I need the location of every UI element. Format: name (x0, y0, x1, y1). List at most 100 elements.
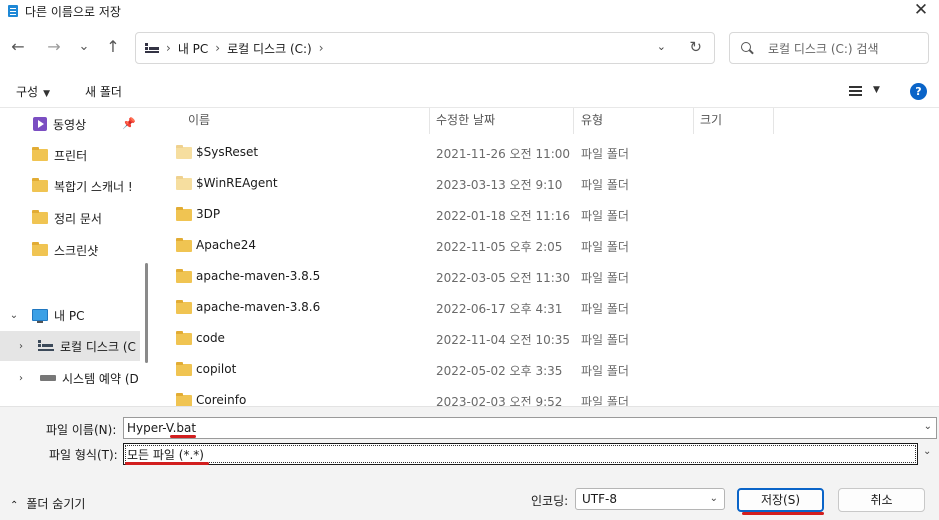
column-header-size[interactable]: 크기 (700, 108, 722, 134)
new-folder-button[interactable]: 새 폴더 (85, 83, 122, 100)
file-list: ⌃ 이름 수정한 날짜 유형 크기 $SysReset 2021-11-26 오… (160, 108, 939, 406)
file-type: 파일 폴더 (581, 209, 629, 223)
encoding-select[interactable]: UTF-8 ⌄ (575, 488, 725, 510)
pin-icon[interactable]: 📌 (122, 117, 136, 130)
folder-icon (32, 147, 48, 161)
filetype-label: 파일 형식(T): (49, 448, 118, 462)
sidebar-item-printer[interactable]: 프린터 (0, 140, 140, 170)
close-icon[interactable]: ✕ (911, 0, 931, 22)
refresh-icon[interactable]: ↻ (689, 38, 702, 56)
column-header-type[interactable]: 유형 (581, 108, 603, 134)
cancel-button[interactable]: 취소 (838, 488, 925, 512)
search-input[interactable]: 로컬 디스크 (C:) 검색 (768, 40, 879, 57)
search-icon (741, 41, 754, 55)
filetype-select[interactable]: 모든 파일 (*.*) (123, 443, 918, 465)
monitor-icon (32, 309, 48, 323)
filename-input[interactable]: Hyper-V.bat ⌄ (123, 417, 937, 439)
address-dropdown-icon[interactable]: ⌄ (657, 40, 666, 53)
address-bar[interactable]: › 내 PC › 로컬 디스크 (C:) › ⌄ ↻ (135, 32, 715, 64)
column-divider[interactable] (693, 108, 694, 134)
sidebar-item-videos[interactable]: 동영상 📌 (0, 109, 140, 139)
sidebar-item-label: 시스템 예약 (D (62, 371, 139, 386)
file-name: apache-maven-3.8.6 (196, 300, 321, 314)
file-row[interactable]: copilot 2022-05-02 오후 3:35 파일 폴더 (160, 354, 939, 385)
breadcrumb-separator[interactable]: › (319, 41, 324, 55)
chevron-up-icon: ⌃ (10, 500, 19, 511)
recent-locations-chevron-icon[interactable]: ⌄ (73, 36, 95, 58)
search-box[interactable]: 로컬 디스크 (C:) 검색 (729, 32, 929, 64)
sidebar-item-local-disk[interactable]: › 로컬 디스크 (C (0, 331, 140, 361)
file-row[interactable]: $WinREAgent 2023-03-13 오전 9:10 파일 폴더 (160, 168, 939, 199)
column-divider[interactable] (573, 108, 574, 134)
file-date: 2022-01-18 오전 11:16 (436, 209, 571, 223)
caret-down-icon[interactable]: ▼ (873, 85, 880, 95)
forward-arrow-icon[interactable]: → (43, 36, 65, 58)
sidebar-item-label: 동영상 (53, 117, 87, 132)
folder-icon (32, 210, 48, 224)
file-type: 파일 폴더 (581, 395, 629, 406)
encoding-label: 인코딩: (531, 494, 569, 508)
video-icon (33, 117, 47, 131)
sidebar-item-label: 프린터 (54, 148, 88, 163)
chevron-down-icon[interactable]: ⌄ (924, 421, 932, 432)
folder-icon (176, 331, 192, 345)
sidebar-item-system-reserved[interactable]: › 시스템 예약 (D (0, 363, 140, 393)
organize-label: 구성 (16, 85, 39, 99)
folder-icon (176, 362, 192, 376)
column-header-modified[interactable]: 수정한 날짜 (436, 108, 495, 134)
navigation-pane: 동영상 📌 프린터 복합기 스캐너 ! 정리 문서 스크린샷 ⌄ 내 PC › … (0, 108, 152, 406)
up-arrow-icon[interactable]: ↑ (102, 36, 124, 58)
notepad-icon (8, 5, 18, 17)
scrollbar-thumb[interactable] (145, 263, 148, 363)
sidebar-item-scanner[interactable]: 복합기 스캐너 ! (0, 171, 140, 201)
file-row[interactable]: $SysReset 2021-11-26 오전 11:00 파일 폴더 (160, 137, 939, 168)
view-options-icon[interactable] (849, 85, 863, 97)
sidebar-scrollbar[interactable] (145, 108, 148, 406)
folder-icon (176, 393, 192, 406)
column-header-name[interactable]: 이름 (188, 108, 210, 134)
file-name: copilot (196, 362, 237, 376)
title-bar: 다른 이름으로 저장 ✕ (0, 0, 939, 22)
hide-folders-toggle[interactable]: ⌃ 폴더 숨기기 (10, 495, 85, 512)
file-name: Coreinfo (196, 393, 247, 406)
sidebar-item-label: 로컬 디스크 (C (60, 339, 136, 354)
file-row[interactable]: Coreinfo 2023-02-03 오전 9:52 파일 폴더 (160, 385, 939, 406)
sidebar-item-documents[interactable]: 정리 문서 (0, 203, 140, 233)
file-row[interactable]: 3DP 2022-01-18 오전 11:16 파일 폴더 (160, 199, 939, 230)
file-name: code (196, 331, 225, 345)
chevron-right-icon[interactable]: › (16, 341, 26, 352)
save-button[interactable]: 저장(S) (737, 488, 824, 512)
encoding-value: UTF-8 (582, 492, 617, 506)
column-divider[interactable] (773, 108, 774, 134)
file-row[interactable]: Apache24 2022-11-05 오후 2:05 파일 폴더 (160, 230, 939, 261)
file-type: 파일 폴더 (581, 240, 629, 254)
help-icon[interactable]: ? (910, 83, 927, 100)
chevron-down-icon[interactable]: ⌄ (9, 310, 19, 321)
annotation-underline (125, 462, 209, 465)
organize-button[interactable]: 구성 ▼ (16, 83, 50, 100)
this-pc-icon (145, 43, 159, 53)
drive-icon (40, 375, 56, 381)
breadcrumb-local-disk[interactable]: 로컬 디스크 (C:) (227, 40, 312, 57)
file-date: 2022-11-04 오전 10:35 (436, 333, 571, 347)
file-row[interactable]: code 2022-11-04 오전 10:35 파일 폴더 (160, 323, 939, 354)
column-divider[interactable] (429, 108, 430, 134)
sidebar-item-screenshots[interactable]: 스크린샷 (0, 235, 140, 265)
breadcrumb-this-pc[interactable]: 내 PC (178, 40, 208, 57)
back-arrow-icon[interactable]: ← (7, 36, 29, 58)
command-bar: 구성 ▼ 새 폴더 ▼ ? (0, 74, 939, 108)
chevron-down-icon: ⌄ (709, 493, 718, 504)
sidebar-item-this-pc[interactable]: ⌄ 내 PC (0, 300, 140, 330)
folder-icon (176, 145, 192, 159)
chevron-right-icon[interactable]: › (16, 373, 26, 384)
folder-icon (176, 176, 192, 190)
chevron-down-icon[interactable]: ⌄ (923, 446, 931, 457)
file-row[interactable]: apache-maven-3.8.5 2022-03-05 오전 11:30 파… (160, 261, 939, 292)
file-row[interactable]: apache-maven-3.8.6 2022-06-17 오후 4:31 파일… (160, 292, 939, 323)
sidebar-item-label: 내 PC (54, 308, 85, 323)
navigation-bar: ← → ⌄ ↑ › 내 PC › 로컬 디스크 (C:) › ⌄ ↻ 로컬 디스… (0, 22, 939, 74)
breadcrumb-separator[interactable]: › (215, 41, 220, 55)
file-name: $WinREAgent (196, 176, 278, 190)
file-date: 2023-03-13 오전 9:10 (436, 178, 563, 192)
annotation-underline (742, 512, 824, 515)
